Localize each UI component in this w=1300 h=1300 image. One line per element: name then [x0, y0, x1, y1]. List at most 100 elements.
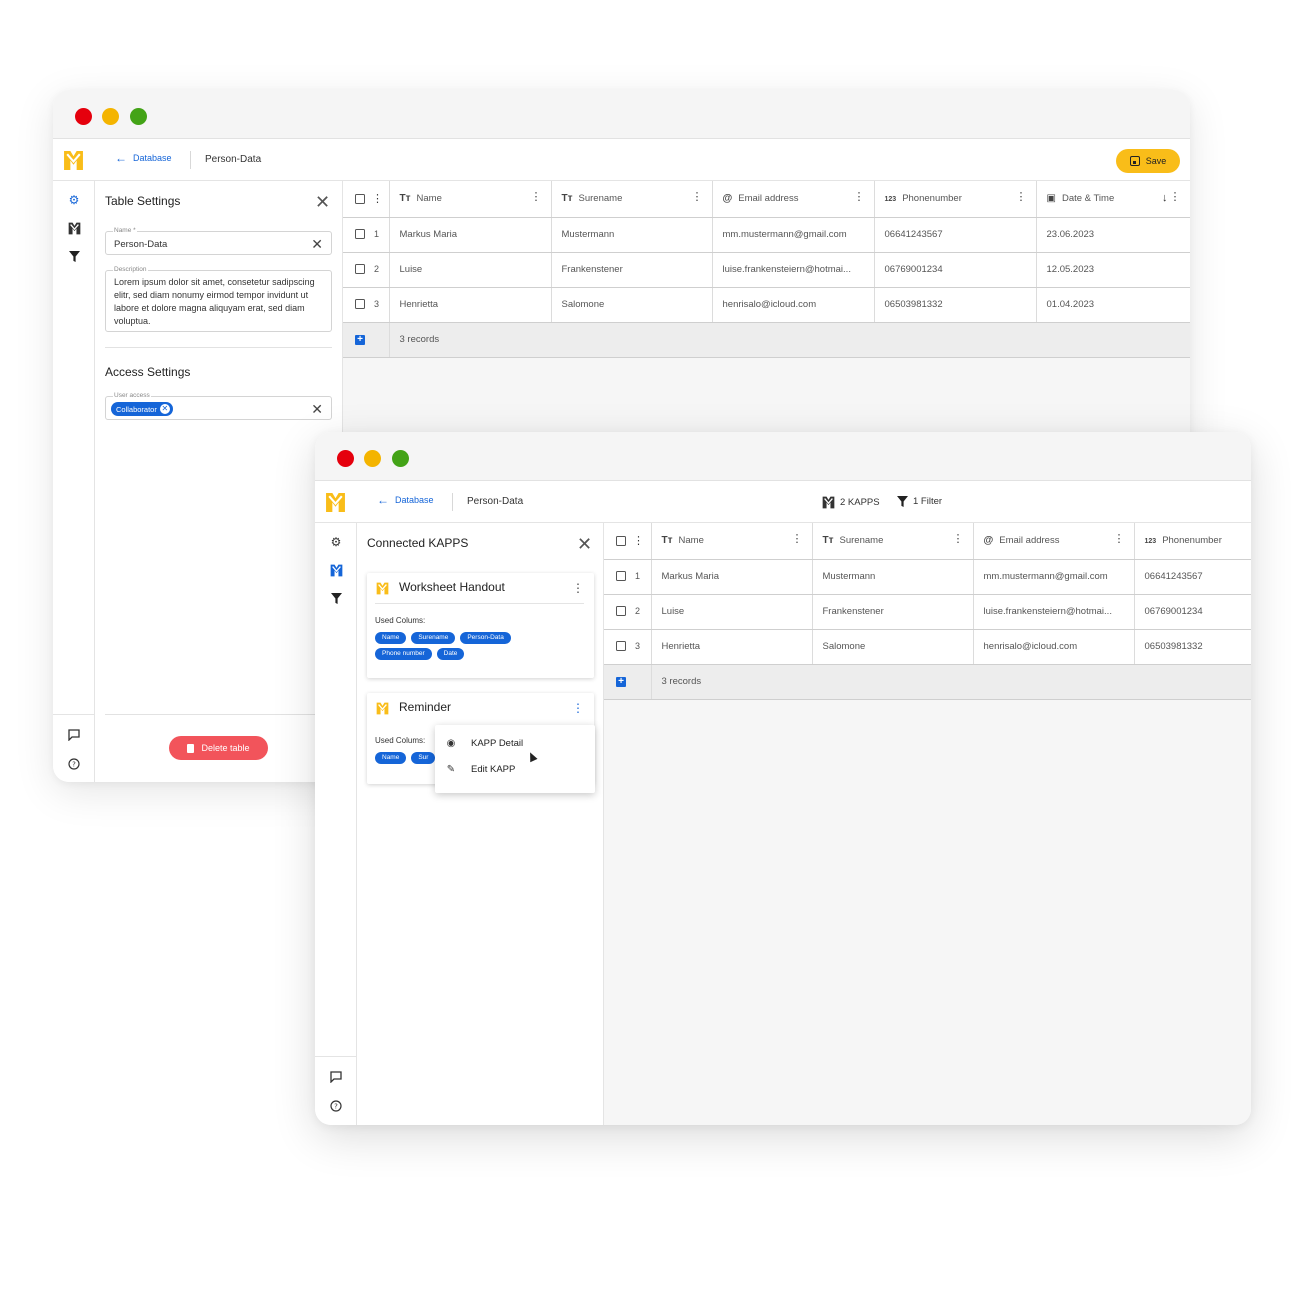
save-button[interactable]: Save — [1116, 149, 1180, 173]
cell-name[interactable]: Markus Maria — [389, 217, 552, 253]
column-menu-icon[interactable]: ⋮ — [953, 534, 964, 545]
column-menu-icon[interactable]: ⋮ — [1170, 192, 1181, 203]
kapps-icon[interactable] — [66, 220, 82, 236]
column-menu-icon[interactable]: ⋮ — [854, 192, 865, 203]
cell-name[interactable]: Markus Maria — [651, 559, 813, 595]
cell-phone[interactable]: 06769001234 — [874, 252, 1037, 288]
cell-name[interactable]: Henrietta — [651, 629, 813, 665]
column-header-phone[interactable]: 123 Phonenumber — [1134, 523, 1251, 560]
cell-name[interactable]: Henrietta — [389, 287, 552, 323]
filter-icon[interactable] — [66, 248, 82, 264]
app-logo-icon[interactable] — [325, 492, 346, 513]
more-vert-icon[interactable]: ⋮ — [572, 701, 584, 715]
kapp-card-worksheet-handout[interactable]: Worksheet Handout ⋮ Used Colums: Name Su… — [367, 573, 594, 678]
select-all-checkbox[interactable] — [616, 535, 626, 546]
settings-gear-icon[interactable]: ⚙ — [66, 192, 82, 208]
column-header-name[interactable]: Tт Name ⋮ — [389, 181, 552, 218]
row-checkbox[interactable] — [616, 606, 626, 617]
row-checkbox[interactable] — [355, 299, 365, 310]
column-header-surename[interactable]: Tт Surename ⋮ — [551, 181, 713, 218]
cell-surname[interactable]: Frankenstener — [812, 594, 974, 630]
maximize-window-dot[interactable] — [392, 450, 409, 467]
row-checkbox[interactable] — [355, 264, 365, 275]
back-to-database-link[interactable]: ← Database — [377, 494, 434, 506]
help-icon[interactable]: ? — [328, 1098, 344, 1114]
cell-email[interactable]: luise.frankensteiern@hotmai... — [973, 594, 1135, 630]
maximize-window-dot[interactable] — [130, 108, 147, 125]
more-vert-icon[interactable]: ⋮ — [572, 581, 584, 595]
add-row-plus-icon[interactable]: + — [355, 335, 365, 345]
column-header-date[interactable]: ▣ Date & Time ↓ ⋮ — [1036, 181, 1190, 218]
filter-count-button[interactable]: 1 Filter — [897, 496, 942, 507]
back-to-database-link[interactable]: ← Database — [115, 152, 172, 164]
table-row[interactable]: 3 Henrietta Salomone henrisalo@icloud.co… — [604, 629, 1251, 665]
cell-date[interactable]: 01.04.2023 — [1036, 287, 1190, 323]
cell-name[interactable]: Luise — [389, 252, 552, 288]
column-header-phone[interactable]: 123 Phonenumber ⋮ — [874, 181, 1037, 218]
close-window-dot[interactable] — [337, 450, 354, 467]
column-menu-icon[interactable]: ⋮ — [1114, 534, 1125, 545]
column-header-surename[interactable]: Tт Surename ⋮ — [812, 523, 974, 560]
cell-surname[interactable]: Mustermann — [812, 559, 974, 595]
row-checkbox[interactable] — [616, 571, 626, 582]
description-field[interactable]: Description Lorem ipsum dolor sit amet, … — [105, 266, 332, 332]
cell-date[interactable]: 12.05.2023 — [1036, 252, 1190, 288]
cell-date[interactable]: 23.06.2023 — [1036, 217, 1190, 253]
kapps-count-button[interactable]: 2 KAPPS — [822, 496, 880, 509]
cell-email[interactable]: luise.frankensteiern@hotmai... — [712, 252, 875, 288]
cell-email[interactable]: mm.mustermann@gmail.com — [712, 217, 875, 253]
cell-surname[interactable]: Salomone — [551, 287, 713, 323]
close-panel-icon[interactable]: ✕ — [315, 193, 330, 211]
cell-phone[interactable]: 06641243567 — [1134, 559, 1251, 595]
cell-phone[interactable]: 06769001234 — [1134, 594, 1251, 630]
column-menu-icon[interactable]: ⋮ — [1016, 192, 1027, 203]
menu-item-kapp-detail[interactable]: ◉ KAPP Detail — [445, 738, 523, 749]
table-row[interactable]: 2 Luise Frankenstener luise.frankensteie… — [343, 252, 1190, 288]
column-menu-icon[interactable]: ⋮ — [792, 534, 803, 545]
filter-icon[interactable] — [328, 590, 344, 606]
column-menu-icon[interactable]: ⋮ — [692, 192, 703, 203]
close-window-dot[interactable] — [75, 108, 92, 125]
table-row[interactable]: 3 Henrietta Salomone henrisalo@icloud.co… — [343, 287, 1190, 323]
clear-access-icon[interactable]: ✕ — [311, 402, 323, 416]
cell-phone[interactable]: 06641243567 — [874, 217, 1037, 253]
more-vert-icon[interactable]: ⋮ — [372, 193, 383, 205]
add-row-plus-icon[interactable]: + — [616, 677, 626, 687]
minimize-window-dot[interactable] — [102, 108, 119, 125]
collaborator-chip[interactable]: Collaborator ✕ — [111, 402, 173, 416]
minimize-window-dot[interactable] — [364, 450, 381, 467]
help-icon[interactable]: ? — [66, 756, 82, 772]
column-menu-icon[interactable]: ⋮ — [531, 192, 542, 203]
user-access-field[interactable]: User access Collaborator ✕ ✕ — [105, 392, 332, 420]
sort-descending-icon[interactable]: ↓ — [1162, 192, 1168, 204]
delete-table-button[interactable]: Delete table — [169, 736, 268, 760]
comment-icon[interactable] — [328, 1069, 344, 1085]
table-row[interactable]: 1 Markus Maria Mustermann mm.mustermann@… — [604, 559, 1251, 595]
select-all-checkbox[interactable] — [355, 193, 365, 204]
menu-item-edit-kapp[interactable]: ✎ Edit KAPP — [445, 764, 516, 775]
clear-name-icon[interactable]: ✕ — [311, 237, 323, 251]
cell-email[interactable]: henrisalo@icloud.com — [712, 287, 875, 323]
cell-surname[interactable]: Frankenstener — [551, 252, 713, 288]
column-header-email[interactable]: @ Email address ⋮ — [973, 523, 1135, 560]
column-header-name[interactable]: Tт Name ⋮ — [651, 523, 813, 560]
remove-chip-icon[interactable]: ✕ — [159, 404, 170, 414]
name-field[interactable]: Name * Person-Data ✕ — [105, 227, 332, 255]
table-row[interactable]: 2 Luise Frankenstener luise.frankensteie… — [604, 594, 1251, 630]
cell-name[interactable]: Luise — [651, 594, 813, 630]
comment-icon[interactable] — [66, 727, 82, 743]
cell-surname[interactable]: Mustermann — [551, 217, 713, 253]
row-checkbox[interactable] — [616, 641, 626, 652]
settings-gear-icon[interactable]: ⚙ — [328, 534, 344, 550]
cell-phone[interactable]: 06503981332 — [874, 287, 1037, 323]
app-logo-icon[interactable] — [63, 150, 84, 171]
cell-surname[interactable]: Salomone — [812, 629, 974, 665]
cell-phone[interactable]: 06503981332 — [1134, 629, 1251, 665]
table-row[interactable]: 1 Markus Maria Mustermann mm.mustermann@… — [343, 217, 1190, 253]
row-checkbox[interactable] — [355, 229, 365, 240]
cell-email[interactable]: henrisalo@icloud.com — [973, 629, 1135, 665]
kapps-icon[interactable] — [328, 562, 344, 578]
cell-email[interactable]: mm.mustermann@gmail.com — [973, 559, 1135, 595]
more-vert-icon[interactable]: ⋮ — [633, 535, 644, 547]
close-panel-icon[interactable]: ✕ — [577, 535, 592, 553]
